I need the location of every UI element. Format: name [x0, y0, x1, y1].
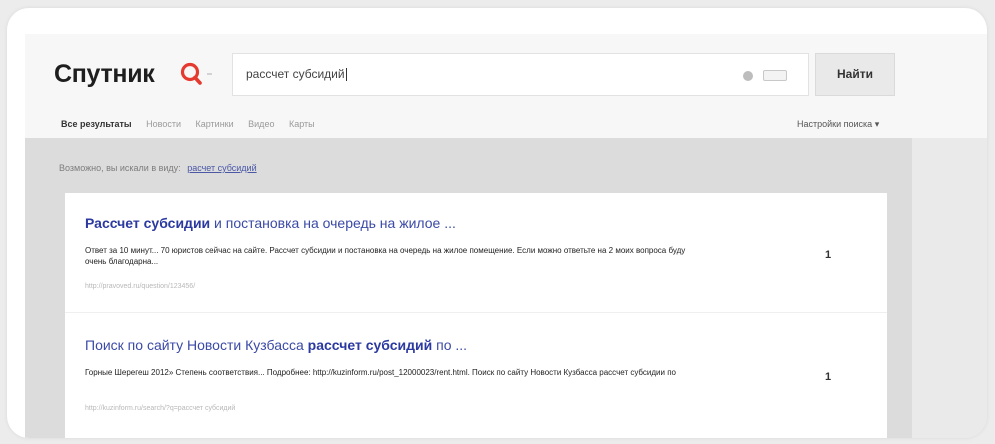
hint-suggestion-link[interactable]: расчет субсидий [187, 163, 256, 173]
chevron-down-icon: ▾ [874, 119, 880, 129]
result-title-bold: рассчет субсидий [307, 337, 433, 353]
keyboard-icon[interactable] [763, 70, 787, 81]
result-divider [65, 312, 887, 313]
text-caret [345, 68, 347, 82]
clear-icon[interactable] [743, 71, 753, 81]
result-title-link[interactable]: Поиск по сайту Новости Кузбасса рассчет … [85, 337, 467, 353]
find-button[interactable]: Найти [815, 53, 895, 96]
right-pane [912, 138, 987, 438]
tab-news[interactable]: Новости [146, 119, 181, 129]
result-rank: 1 [825, 371, 832, 383]
search-settings-link[interactable]: Настройки поиска ▾ [797, 119, 879, 130]
result-url[interactable]: http://kuzinform.ru/search/?q=рассчет су… [85, 405, 235, 412]
results-card: Рассчет субсидии и постановка на очередь… [65, 193, 887, 438]
result-snippet: Горные Шерегеш 2012» Степень соответстви… [85, 368, 676, 377]
search-magnifier-logo-icon [180, 62, 212, 85]
search-tabs: Все результаты Новости Картинки Видео Ка… [61, 119, 327, 129]
search-query-text: рассчет субсидий [246, 67, 347, 82]
tab-images[interactable]: Картинки [196, 119, 234, 129]
tab-all-results[interactable]: Все результаты [61, 119, 132, 129]
result-title-start: Поиск по сайту Новости Кузбасса [85, 337, 308, 353]
screenshot-frame: Спутник рассчет субсидий Найти Все резул… [7, 8, 987, 438]
hint-text: Возможно, вы искали в виду: [59, 163, 181, 173]
result-title-end: по ... [432, 337, 468, 353]
tab-video[interactable]: Видео [248, 119, 274, 129]
search-input[interactable]: рассчет субсидий [232, 53, 809, 96]
result-title-bold: Рассчет субсидии [85, 215, 211, 231]
spelling-hint: Возможно, вы искали в виду: расчет субси… [59, 163, 257, 173]
sputnik-logo[interactable]: Спутник [54, 60, 155, 89]
result-title-rest: и постановка на очередь на жилое ... [210, 215, 456, 231]
result-rank: 1 [825, 249, 832, 261]
result-snippet: Ответ за 10 минут... 70 юристов сейчас н… [85, 246, 686, 266]
result-url[interactable]: http://pravoved.ru/question/123456/ [85, 283, 195, 290]
result-title-link[interactable]: Рассчет субсидии и постановка на очередь… [85, 215, 456, 231]
tab-maps[interactable]: Карты [289, 119, 315, 129]
search-settings-label: Настройки поиска [797, 119, 873, 129]
